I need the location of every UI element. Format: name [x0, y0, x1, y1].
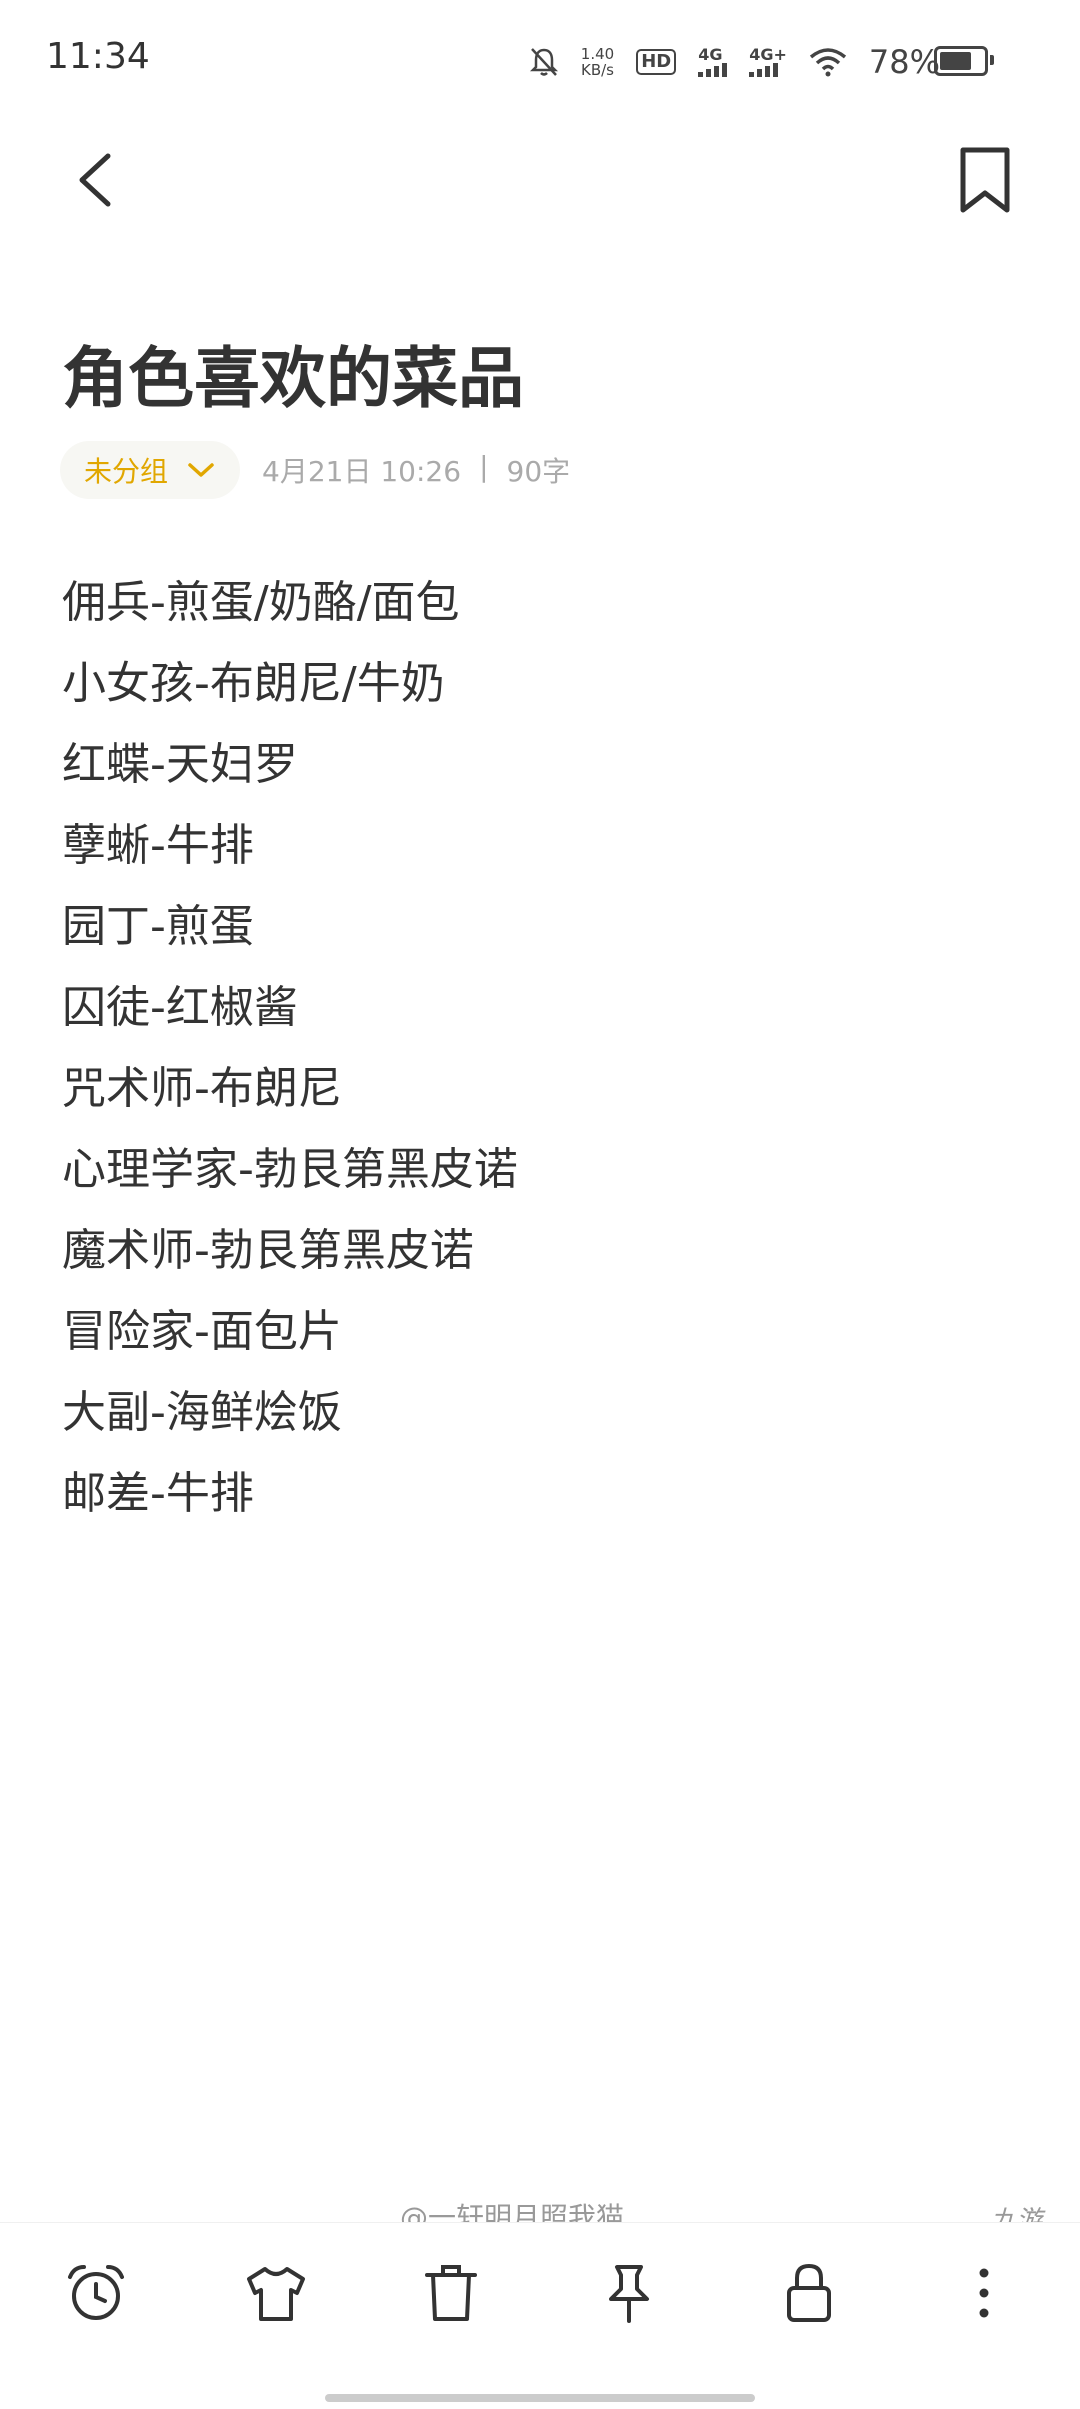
signal-sim1: 4G [698, 45, 728, 77]
battery-percent: 78% [868, 43, 940, 81]
note-meta: 未分组 4月21日 10:26 | 90字 [60, 440, 570, 500]
group-selector[interactable]: 未分组 [60, 441, 241, 499]
more-button[interactable] [944, 2253, 1024, 2333]
shirt-icon [247, 2267, 305, 2321]
wifi-icon [809, 48, 846, 77]
mute-bell-icon [529, 48, 558, 76]
note-line[interactable]: 心理学家-勃艮第黑皮诺 [62, 1137, 518, 1218]
note-info: 4月21日 10:26 | 90字 [262, 450, 570, 490]
status-bar: 11:34 1.40 KB/s HD 4G 4G+ 78% [0, 0, 1080, 120]
note-line[interactable]: 咒术师-布朗尼 [62, 1056, 518, 1137]
note-line[interactable]: 小女孩-布朗尼/牛奶 [62, 651, 518, 732]
note-line[interactable]: 大副-海鲜烩饭 [62, 1380, 518, 1461]
note-title[interactable]: 角色喜欢的菜品 [62, 325, 524, 421]
meta-separator: | [479, 450, 489, 483]
network-speed-value: 1.40 [580, 45, 615, 63]
signal-bars-icon [749, 63, 779, 77]
note-line[interactable]: 冒险家-面包片 [62, 1299, 518, 1380]
signal-bars-icon [698, 63, 728, 77]
back-button[interactable] [60, 140, 130, 220]
network-speed-unit: KB/s [580, 61, 614, 79]
pin-icon [609, 2265, 649, 2323]
note-body[interactable]: 佣兵-煎蛋/奶酪/面包 小女孩-布朗尼/牛奶 红蝶-天妇罗 孽蜥-牛排 园丁-煎… [62, 570, 518, 1542]
bottom-toolbar [0, 2222, 1080, 2409]
note-line[interactable]: 邮差-牛排 [62, 1461, 518, 1542]
word-count: 90字 [506, 455, 571, 488]
lock-icon [787, 2263, 831, 2322]
note-line[interactable]: 红蝶-天妇罗 [62, 732, 518, 813]
network-speed: 1.40 KB/s [581, 46, 614, 78]
theme-button[interactable] [236, 2253, 316, 2333]
lock-button[interactable] [769, 2253, 849, 2333]
chevron-down-icon [188, 463, 214, 477]
status-icons: 1.40 KB/s HD 4G 4G+ 78% [529, 40, 940, 84]
bookmark-icon [960, 147, 1010, 213]
alarm-clock-icon [68, 2265, 124, 2320]
note-line[interactable]: 园丁-煎蛋 [62, 894, 518, 975]
note-line[interactable]: 囚徒-红椒酱 [62, 975, 518, 1056]
network-type-2: 4G+ [749, 45, 787, 64]
home-indicator[interactable] [325, 2394, 755, 2402]
signal-sim2: 4G+ [749, 47, 787, 77]
note-line[interactable]: 佣兵-煎蛋/奶酪/面包 [62, 570, 518, 651]
note-line[interactable]: 魔术师-勃艮第黑皮诺 [62, 1218, 518, 1299]
pin-button[interactable] [589, 2253, 669, 2333]
network-type-1: 4G [698, 45, 723, 64]
delete-button[interactable] [411, 2253, 491, 2333]
group-label: 未分组 [84, 455, 169, 488]
chevron-left-icon [79, 153, 111, 207]
note-line[interactable]: 孽蜥-牛排 [62, 813, 518, 894]
battery-icon [934, 46, 994, 76]
reminder-button[interactable] [56, 2253, 136, 2333]
note-date: 4月21日 10:26 [262, 455, 462, 488]
bookmark-button[interactable] [945, 140, 1025, 220]
status-time: 11:34 [46, 36, 150, 77]
hd-voice-icon: HD [636, 49, 677, 75]
more-vertical-icon [979, 2268, 989, 2318]
trash-icon [425, 2265, 477, 2321]
battery-fill [940, 52, 971, 70]
